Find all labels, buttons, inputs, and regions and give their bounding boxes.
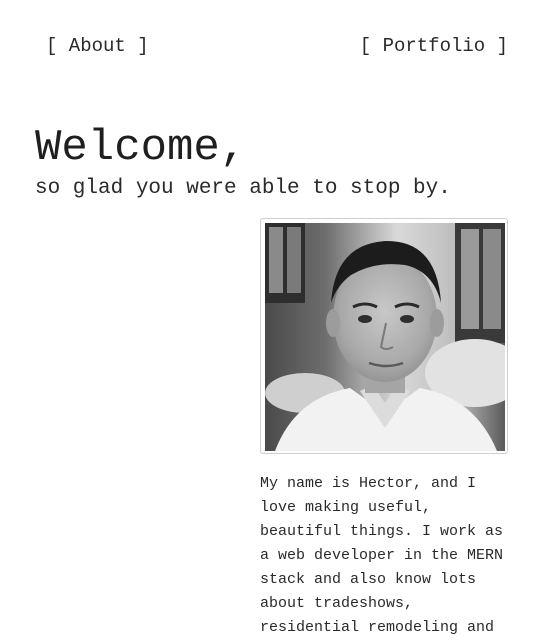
welcome-heading: Welcome, [35, 123, 247, 173]
top-nav: [ About ] [ Portfolio ] [0, 34, 550, 58]
nav-portfolio-link[interactable]: [ Portfolio ] [360, 34, 508, 58]
nav-about-link[interactable]: [ About ] [46, 34, 149, 58]
welcome-subheading: so glad you were able to stop by. [35, 177, 451, 200]
profile-photo [265, 223, 505, 451]
profile-photo-frame [260, 218, 508, 454]
bio-paragraph: My name is Hector, and I love making use… [260, 475, 504, 636]
